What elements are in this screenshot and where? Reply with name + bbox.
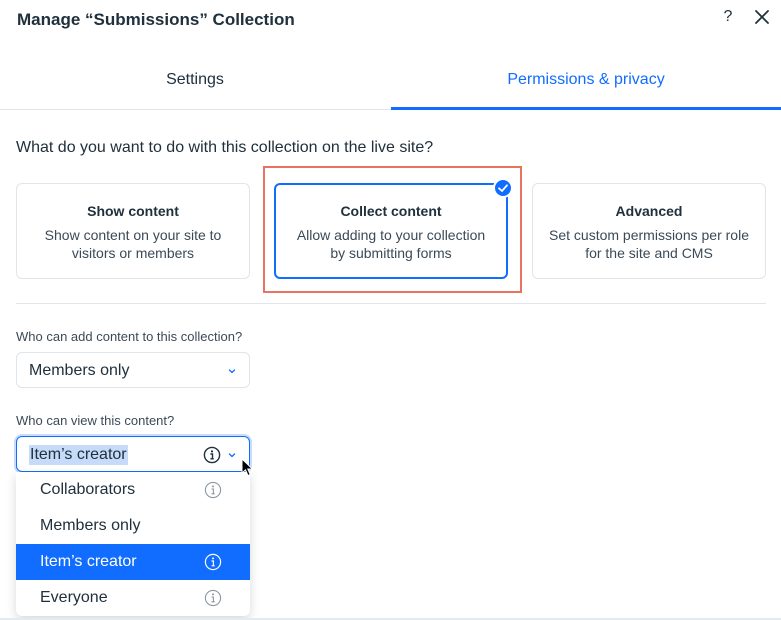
card-description-line: by submitting forms <box>330 245 452 261</box>
card-description: Set custom permissions per role for the … <box>543 226 755 262</box>
collect-content-card[interactable]: Collect content Allow adding to your col… <box>274 183 508 279</box>
selected-check-icon <box>493 178 513 198</box>
advanced-card[interactable]: Advanced Set custom permissions per role… <box>532 183 766 279</box>
chevron-down-icon <box>228 369 236 374</box>
close-button[interactable] <box>751 6 773 28</box>
option-label: Everyone <box>40 589 108 606</box>
card-description-line: Set custom permissions per role <box>549 227 749 243</box>
close-icon <box>755 10 769 24</box>
option-label: Item’s creator <box>40 553 137 570</box>
info-icon[interactable] <box>203 446 221 464</box>
card-title: Advanced <box>615 203 683 219</box>
card-description-line: Allow adding to your collection <box>296 227 486 243</box>
card-description-line: visitors or members <box>71 245 195 261</box>
option-label: Collaborators <box>40 481 136 498</box>
tab-settings[interactable]: Settings <box>0 60 390 110</box>
option-label: Members only <box>40 517 141 534</box>
info-icon[interactable] <box>204 589 222 607</box>
card-description: Allow adding to your collection by submi… <box>286 226 496 262</box>
info-icon[interactable] <box>204 553 222 571</box>
chevron-down-icon <box>228 453 236 458</box>
tab-permissions-privacy[interactable]: Permissions & privacy <box>391 60 781 110</box>
option-items-creator[interactable]: Item’s creator <box>16 544 250 580</box>
view-content-select[interactable]: Item’s creator <box>16 436 250 472</box>
card-description: Show content on your site to visitors or… <box>27 226 239 262</box>
add-content-value: Members only <box>29 362 130 379</box>
option-everyone[interactable]: Everyone <box>16 580 250 616</box>
view-content-label: Who can view this content? <box>16 413 175 428</box>
card-title: Collect content <box>340 203 442 219</box>
active-tab-indicator <box>391 107 781 110</box>
dialog-header: Manage “Submissions” Collection ? Settin… <box>0 0 781 110</box>
add-content-label: Who can add content to this collection? <box>16 329 243 344</box>
card-title: Show content <box>87 203 179 219</box>
section-divider <box>16 303 766 304</box>
card-description-line: Show content on your site to <box>44 227 222 243</box>
card-description-line: for the site and CMS <box>585 245 713 261</box>
option-members-only[interactable]: Members only <box>16 508 250 544</box>
show-content-card[interactable]: Show content Show content on your site t… <box>16 183 250 279</box>
help-button[interactable]: ? <box>719 6 737 28</box>
info-icon[interactable] <box>204 481 222 499</box>
collection-purpose-question: What do you want to do with this collect… <box>16 139 434 156</box>
dialog-title: Manage “Submissions” Collection <box>17 10 295 29</box>
view-content-dropdown: Collaborators Members only Item’s creato… <box>16 472 250 616</box>
option-collaborators[interactable]: Collaborators <box>16 472 250 508</box>
add-content-select[interactable]: Members only <box>16 352 250 388</box>
view-content-value: Item’s creator <box>29 445 128 465</box>
